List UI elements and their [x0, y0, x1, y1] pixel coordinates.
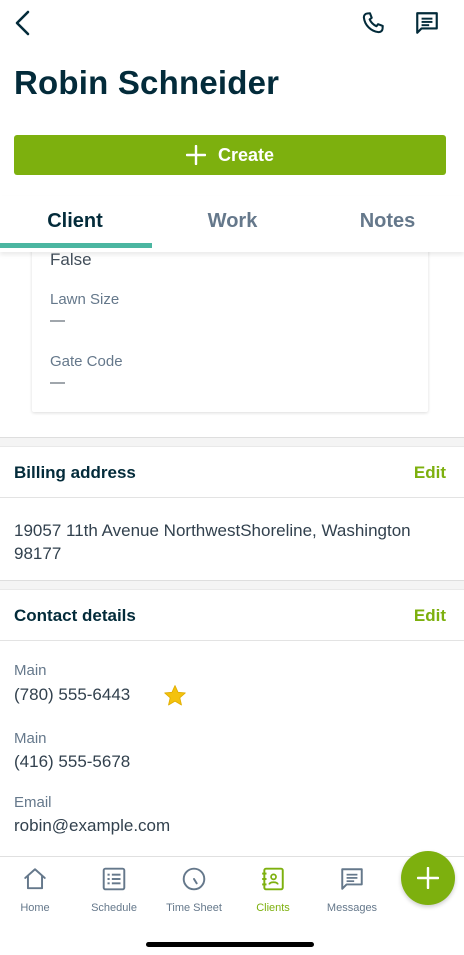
- contact-edit-button[interactable]: Edit: [414, 606, 446, 626]
- page-title: Robin Schneider: [14, 64, 280, 101]
- contact-email[interactable]: robin@example.com: [14, 816, 170, 836]
- nav-messages[interactable]: Messages: [315, 865, 389, 914]
- bottom-nav: Home Schedule Time Sheet Clients Message…: [0, 856, 464, 955]
- contact-phone-main[interactable]: (780) 555-6443: [14, 685, 130, 705]
- star-icon: [162, 684, 188, 713]
- schedule-icon: [77, 865, 151, 893]
- contact-phone-secondary[interactable]: (416) 555-5678: [14, 752, 130, 772]
- top-bar: [0, 0, 464, 50]
- clients-icon: [236, 865, 310, 893]
- messages-icon: [315, 865, 389, 893]
- plus-icon: [185, 145, 206, 165]
- message-button[interactable]: [410, 6, 444, 40]
- tab-bar: Client Work Notes: [0, 196, 464, 252]
- active-tab-indicator: [0, 243, 152, 248]
- contact-label: Email: [14, 794, 52, 811]
- field-label-gate-code: Gate Code: [50, 353, 123, 370]
- tab-notes[interactable]: Notes: [310, 210, 464, 233]
- plus-icon: [417, 867, 439, 889]
- home-icon: [0, 865, 72, 893]
- nav-schedule[interactable]: Schedule: [77, 865, 151, 914]
- billing-edit-button[interactable]: Edit: [414, 463, 446, 483]
- nav-clients[interactable]: Clients: [236, 865, 310, 914]
- contact-label: Main: [14, 662, 47, 679]
- chevron-left-icon: [15, 10, 30, 36]
- nav-timesheet[interactable]: Time Sheet: [157, 865, 231, 914]
- back-button[interactable]: [8, 6, 38, 40]
- nav-timesheet-label: Time Sheet: [166, 902, 222, 914]
- home-indicator: [146, 942, 314, 947]
- clock-icon: [157, 865, 231, 893]
- nav-messages-label: Messages: [326, 902, 378, 914]
- field-value-gate-code: —: [50, 374, 65, 391]
- custom-fields-card: False Lawn Size — Gate Code —: [32, 240, 428, 412]
- billing-address-text: 19057 11th Avenue NorthwestShoreline, Wa…: [14, 521, 411, 563]
- nav-home-label: Home: [20, 902, 50, 914]
- section-divider: [0, 437, 464, 447]
- tab-work[interactable]: Work: [155, 210, 310, 233]
- contact-label: Main: [14, 730, 47, 747]
- billing-address-title: Billing address: [14, 463, 136, 482]
- contact-details-header: Contact details Edit: [0, 591, 464, 641]
- create-button-label: Create: [217, 144, 275, 165]
- nav-home[interactable]: Home: [0, 865, 72, 914]
- nav-clients-label: Clients: [256, 902, 290, 914]
- phone-icon: [362, 12, 384, 34]
- call-button[interactable]: [356, 6, 390, 40]
- field-value-lawn-size: —: [50, 312, 65, 329]
- message-icon: [416, 12, 438, 34]
- contact-details-title: Contact details: [14, 606, 136, 625]
- billing-address-header: Billing address Edit: [0, 448, 464, 498]
- create-button[interactable]: Create: [14, 135, 446, 175]
- add-fab-button[interactable]: [401, 851, 455, 905]
- nav-schedule-label: Schedule: [91, 902, 137, 914]
- field-value: False: [50, 250, 92, 269]
- tab-client[interactable]: Client: [0, 210, 150, 233]
- field-label-lawn-size: Lawn Size: [50, 291, 120, 308]
- section-divider: [0, 580, 464, 590]
